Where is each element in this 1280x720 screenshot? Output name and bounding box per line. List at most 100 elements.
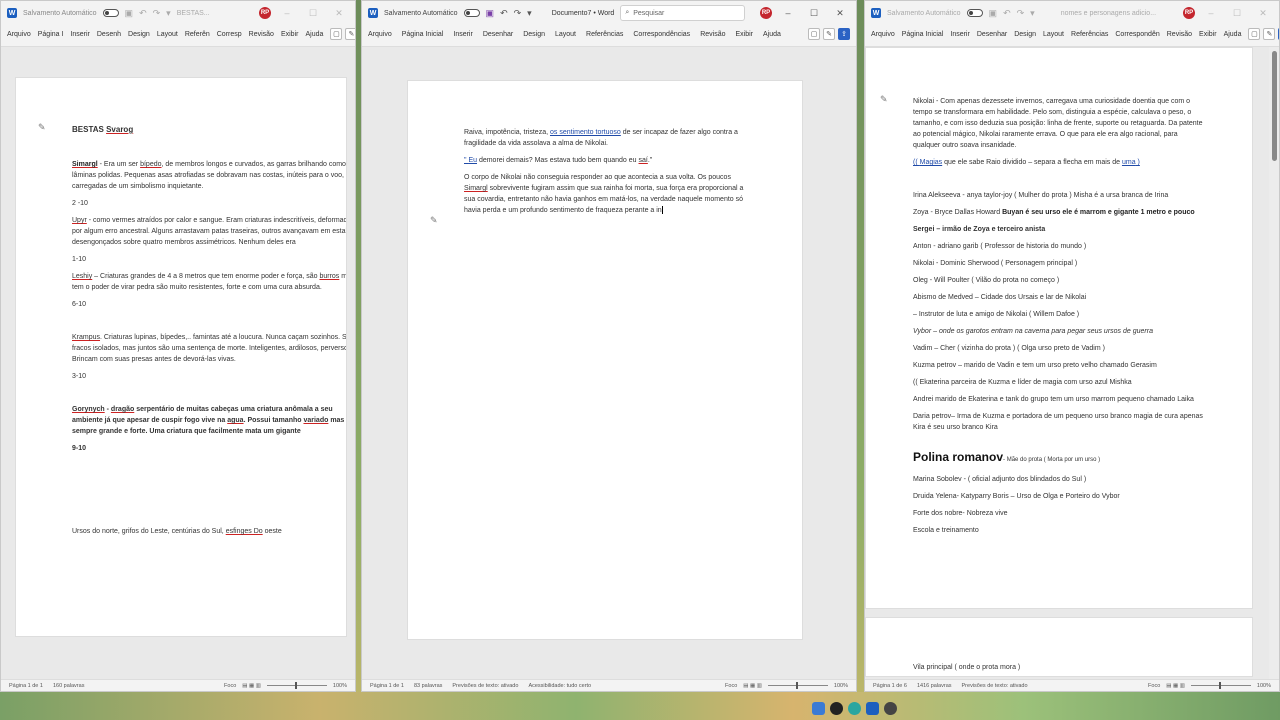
tab-design[interactable]: Design — [1014, 31, 1036, 38]
scrollbar-thumb[interactable] — [1272, 51, 1277, 161]
search-box[interactable]: ⌕ Pesquisar — [620, 5, 746, 21]
tab-design[interactable]: Design — [523, 31, 545, 38]
word-count[interactable]: 160 palavras — [53, 683, 85, 689]
close-icon[interactable]: ✕ — [329, 8, 349, 19]
redo-icon[interactable]: ↷ — [1017, 8, 1025, 19]
minimize-icon[interactable]: – — [277, 8, 297, 18]
maximize-icon[interactable]: ☐ — [804, 8, 824, 19]
tab-correspondencias[interactable]: Correspondências — [633, 31, 690, 38]
focus-button[interactable]: Foco — [725, 683, 737, 689]
taskbar-chrome-icon[interactable] — [830, 702, 843, 715]
user-avatar[interactable]: RP — [259, 7, 271, 19]
tab-arquivo[interactable]: Arquivo — [871, 31, 895, 38]
close-icon[interactable]: ✕ — [830, 8, 850, 19]
focus-button[interactable]: Foco — [224, 683, 236, 689]
page-count[interactable]: Página 1 de 1 — [9, 683, 43, 689]
tab-pagina-inicial[interactable]: Página I — [38, 31, 64, 38]
tab-pagina-inicial[interactable]: Página Inicial — [402, 31, 444, 38]
tab-arquivo[interactable]: Arquivo — [7, 31, 31, 38]
share-icon[interactable]: ⇪ — [838, 28, 850, 40]
zoom-slider[interactable] — [266, 682, 327, 689]
page-count[interactable]: Página 1 de 1 — [370, 683, 404, 689]
user-avatar[interactable]: RP — [760, 7, 772, 19]
zoom-slider[interactable] — [767, 682, 828, 689]
zoom-level[interactable]: 100% — [333, 683, 347, 689]
comment-icon[interactable]: ▢ — [330, 28, 343, 40]
tab-ajuda[interactable]: Ajuda — [763, 31, 781, 38]
redo-icon[interactable]: ↷ — [514, 8, 522, 19]
zoom-level[interactable]: 100% — [1257, 683, 1271, 689]
save-icon[interactable]: ▣ — [989, 8, 998, 19]
minimize-icon[interactable]: – — [1201, 8, 1221, 18]
tab-design[interactable]: Design — [128, 31, 150, 38]
comment-icon[interactable]: ▢ — [1248, 28, 1261, 40]
taskbar-app-icon[interactable] — [884, 702, 897, 715]
autosave-toggle[interactable] — [463, 9, 480, 17]
tab-desenhar[interactable]: Desenhar — [977, 31, 1007, 38]
document-canvas[interactable]: ✎ Nikolai - Com apenas dezessete inverno… — [865, 47, 1269, 679]
more-icon[interactable]: ▾ — [527, 8, 532, 19]
save-icon[interactable]: ▣ — [125, 8, 134, 19]
tab-referencias[interactable]: Referências — [586, 31, 623, 38]
minimize-icon[interactable]: – — [778, 8, 798, 18]
edit-mode-icon[interactable]: ✎ — [1263, 28, 1276, 40]
text-predictions[interactable]: Previsões de texto: ativado — [452, 683, 518, 689]
tab-ajuda[interactable]: Ajuda — [1224, 31, 1242, 38]
tab-inserir[interactable]: Inserir — [950, 31, 969, 38]
layout-icon[interactable]: ▤ ▦ ▥ — [1166, 683, 1185, 689]
tab-desenhar[interactable]: Desenh — [97, 31, 121, 38]
tab-correspondencias[interactable]: Corresp — [217, 31, 242, 38]
tab-layout[interactable]: Layout — [555, 31, 576, 38]
zoom-level[interactable]: 100% — [834, 683, 848, 689]
tab-exibir[interactable]: Exibir — [735, 31, 753, 38]
word-count[interactable]: 1416 palavras — [917, 683, 952, 689]
edit-mode-icon[interactable]: ✎ — [345, 28, 355, 40]
maximize-icon[interactable]: ☐ — [303, 8, 323, 19]
undo-icon[interactable]: ↶ — [139, 8, 147, 19]
layout-icon[interactable]: ▤ ▦ ▥ — [242, 683, 261, 689]
tab-ajuda[interactable]: Ajuda — [305, 31, 323, 38]
autosave-toggle[interactable] — [966, 9, 983, 17]
user-avatar[interactable]: RP — [1183, 7, 1195, 19]
tab-arquivo[interactable]: Arquivo — [368, 31, 392, 38]
autosave-toggle[interactable] — [102, 9, 119, 17]
save-icon[interactable]: ▣ — [486, 8, 495, 19]
undo-icon[interactable]: ↶ — [500, 8, 508, 19]
tab-referencias[interactable]: Referências — [1071, 31, 1108, 38]
tab-revisao[interactable]: Revisão — [1167, 31, 1192, 38]
tab-exibir[interactable]: Exibir — [1199, 31, 1217, 38]
close-icon[interactable]: ✕ — [1253, 8, 1273, 19]
accessibility-status[interactable]: Acessibilidade: tudo certo — [528, 683, 591, 689]
document-page[interactable]: ✎ BESTAS Svarog Simargl - Era um ser bíp… — [15, 77, 347, 637]
redo-icon[interactable]: ↷ — [153, 8, 161, 19]
word-count[interactable]: 83 palavras — [414, 683, 442, 689]
layout-icon[interactable]: ▤ ▦ ▥ — [743, 683, 762, 689]
tab-correspondencias[interactable]: Correspondên — [1115, 31, 1159, 38]
focus-button[interactable]: Foco — [1148, 683, 1160, 689]
tab-inserir[interactable]: Inserir — [453, 31, 472, 38]
tab-revisao[interactable]: Revisão — [249, 31, 274, 38]
more-icon[interactable]: ▾ — [166, 8, 171, 19]
tab-inserir[interactable]: Inserir — [70, 31, 89, 38]
more-icon[interactable]: ▾ — [1030, 8, 1035, 19]
maximize-icon[interactable]: ☐ — [1227, 8, 1247, 19]
tab-pagina-inicial[interactable]: Página Inicial — [902, 31, 944, 38]
document-page[interactable]: ✎ Nikolai - Com apenas dezessete inverno… — [865, 47, 1253, 609]
tab-layout[interactable]: Layout — [1043, 31, 1064, 38]
vertical-scrollbar[interactable] — [1269, 47, 1279, 679]
tab-revisao[interactable]: Revisão — [700, 31, 725, 38]
document-page[interactable]: ✎ Raiva, impotência, tristeza, os sentim… — [407, 80, 803, 640]
document-page-2[interactable]: Vila principal ( onde o prota mora ) — [865, 617, 1253, 677]
text-predictions[interactable]: Previsões de texto: ativado — [962, 683, 1028, 689]
tab-exibir[interactable]: Exibir — [281, 31, 299, 38]
document-canvas[interactable]: ✎ BESTAS Svarog Simargl - Era um ser bíp… — [1, 47, 355, 679]
tab-layout[interactable]: Layout — [157, 31, 178, 38]
taskbar-word-icon[interactable] — [866, 702, 879, 715]
comment-icon[interactable]: ▢ — [808, 28, 820, 40]
undo-icon[interactable]: ↶ — [1003, 8, 1011, 19]
edit-mode-icon[interactable]: ✎ — [823, 28, 835, 40]
tab-referencias[interactable]: Referên — [185, 31, 210, 38]
taskbar-windows-icon[interactable] — [812, 702, 825, 715]
page-count[interactable]: Página 1 de 6 — [873, 683, 907, 689]
zoom-slider[interactable] — [1190, 682, 1251, 689]
